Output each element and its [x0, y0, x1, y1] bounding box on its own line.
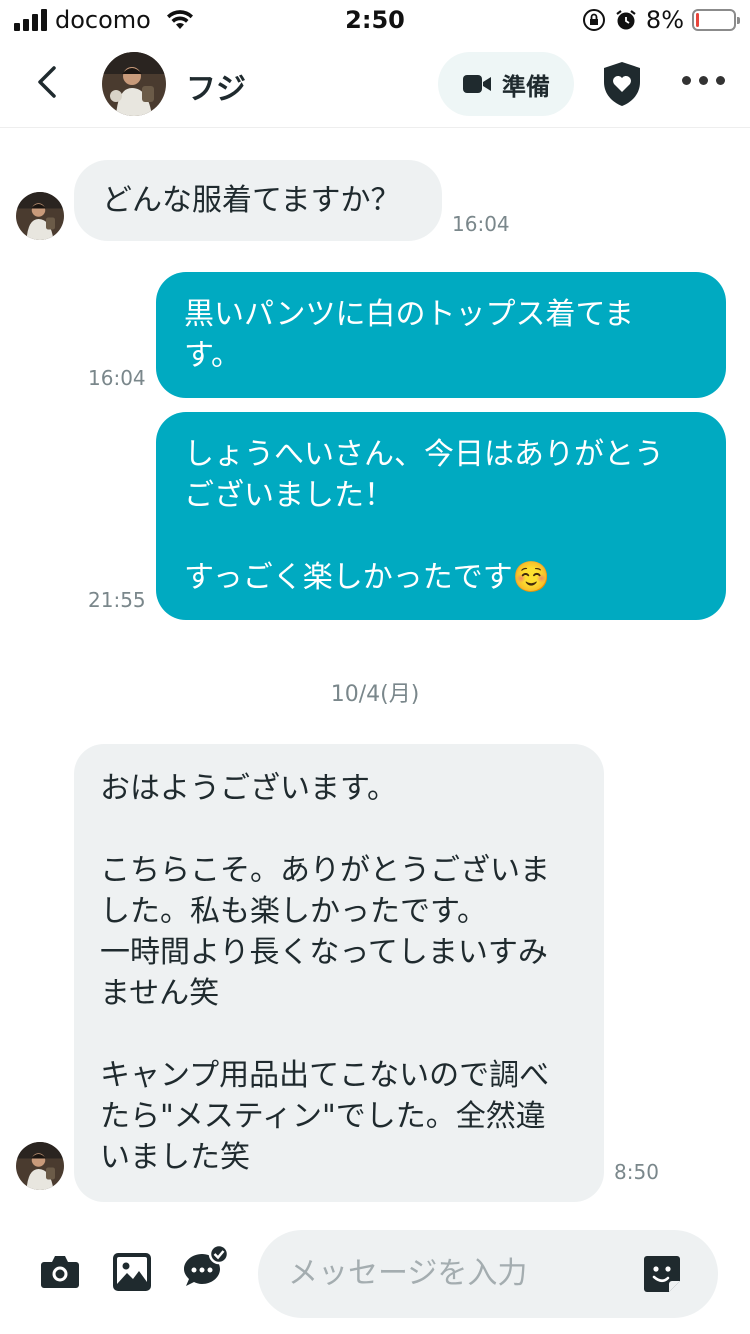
- message-bubble-outgoing[interactable]: 黒いパンツに白のトップス着てま す。: [156, 272, 726, 398]
- message-bubble-incoming[interactable]: どんな服着てますか？: [74, 160, 442, 241]
- message-timestamp: 8:50: [614, 1160, 659, 1184]
- video-date-button[interactable]: 準備: [438, 52, 574, 116]
- contact-avatar[interactable]: [102, 52, 166, 116]
- message-bubble-outgoing[interactable]: しょうへいさん、今日はありがとう ございました！ すっごく楽しかったです☺️: [156, 412, 726, 620]
- message-timestamp: 16:04: [452, 212, 510, 236]
- video-button-label: 準備: [502, 72, 550, 101]
- chevron-left-icon[interactable]: [30, 62, 70, 102]
- image-icon[interactable]: [112, 1252, 152, 1292]
- message-timestamp: 16:04: [88, 366, 146, 390]
- message-avatar[interactable]: [16, 1142, 64, 1190]
- message-avatar[interactable]: [16, 192, 64, 240]
- more-horizontal-icon[interactable]: [682, 76, 725, 85]
- battery-icon: [692, 9, 740, 31]
- message-timestamp: 21:55: [88, 588, 146, 612]
- camera-icon[interactable]: [40, 1252, 80, 1290]
- status-bar: docomo 2:50 8%: [0, 0, 750, 42]
- alarm-icon: [616, 10, 636, 30]
- contact-name[interactable]: フジ: [186, 64, 246, 108]
- message-input[interactable]: [288, 1250, 628, 1296]
- sticker-icon[interactable]: [642, 1254, 682, 1294]
- chat-check-icon[interactable]: [182, 1244, 230, 1292]
- date-separator: 10/4(月): [330, 682, 420, 707]
- video-camera-icon: [463, 75, 491, 93]
- message-input-bar: [0, 1230, 750, 1318]
- battery-percent: 8%: [645, 6, 684, 34]
- message-bubble-incoming[interactable]: おはようございます。 こちらこそ。ありがとうございま した。私も楽しかったです。…: [74, 744, 604, 1202]
- shield-heart-icon[interactable]: [600, 60, 644, 108]
- rotation-lock-icon: [582, 9, 605, 31]
- chat-header: フジ 準備: [0, 42, 750, 128]
- battery-level: [696, 13, 699, 27]
- message-input-container[interactable]: [258, 1230, 718, 1318]
